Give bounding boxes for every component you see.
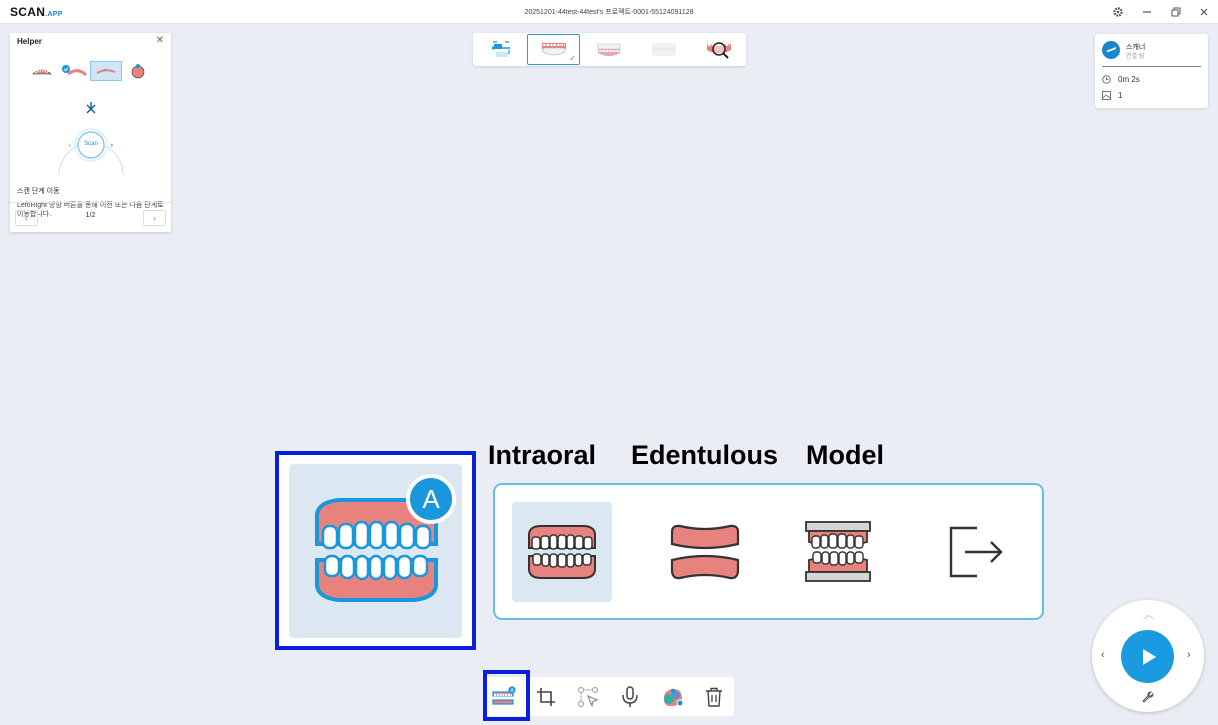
palette-icon [663, 688, 684, 707]
stage-lower-jaw-button[interactable] [582, 34, 635, 65]
color-texture-tool-button[interactable] [655, 680, 689, 714]
close-window-icon[interactable] [1194, 2, 1214, 22]
restore-icon[interactable] [1166, 2, 1186, 22]
start-scan-button[interactable] [1121, 630, 1174, 683]
delete-tool-button[interactable] [697, 680, 731, 714]
edentulous-label: Edentulous [631, 440, 778, 470]
stage-toolbar: ✓ [473, 33, 746, 66]
selection-tool-button[interactable] [571, 680, 605, 714]
patient-scan-icon [491, 40, 510, 57]
scanner-connection-status: 연결 됨 [1126, 54, 1145, 60]
step-check-icon [58, 61, 90, 81]
auto-mode-badge: A [406, 474, 456, 524]
selected-check-icon: ✓ [569, 54, 576, 63]
helper-title: Helper [17, 37, 42, 46]
upper-jaw-icon [541, 42, 566, 55]
microphone-icon [622, 686, 638, 707]
trash-icon [706, 687, 722, 707]
stage-upper-jaw-button[interactable]: ✓ [527, 34, 580, 65]
step-model-icon [122, 61, 154, 81]
scan-time: 0m 2s [1118, 75, 1140, 84]
voice-memo-tool-button[interactable] [613, 680, 647, 714]
lasso-select-icon [577, 686, 599, 708]
svg-text:‹: ‹ [68, 141, 72, 151]
helper-next-button[interactable]: › [143, 210, 166, 226]
image-icon [1102, 91, 1111, 100]
divider [1102, 66, 1201, 67]
scanner-device-icon [1102, 41, 1120, 59]
dial-wrench-icon[interactable] [1142, 691, 1154, 706]
dial-label: Scan [84, 141, 98, 147]
helper-panel: Helper ✕ ‹ › Scan 스캔 단계 이동 Left/Right 방향… [10, 33, 171, 232]
edentulous-mode-button[interactable] [655, 502, 755, 602]
auto-scan-mode-card[interactable]: A [289, 464, 462, 638]
model-mode-button[interactable] [788, 502, 888, 602]
dial-right-arrow-icon[interactable]: › [1187, 649, 1191, 661]
clock-icon [1102, 75, 1111, 84]
scan-control-dial: ︿ ‹ › [1092, 600, 1204, 712]
title-bar: SCAN.APP 20251201-44test-44test's 프로젝트-0… [0, 0, 1218, 24]
document-title: 20251201-44test-44test's 프로젝트-0001-55124… [524, 9, 694, 16]
bite-disabled-icon [652, 43, 675, 55]
crop-icon [537, 688, 555, 706]
stage-review-button[interactable] [692, 34, 745, 65]
step-jaw-icon [26, 61, 58, 81]
scan-dial-icon: ‹ › [58, 102, 124, 176]
step-scan-icon [90, 61, 122, 81]
helper-step-strip [26, 61, 156, 83]
image-count: 1 [1118, 91, 1123, 100]
scan-mode-tool-highlight [483, 670, 530, 721]
helper-heading: 스캔 단계 이동 [17, 188, 60, 195]
dial-left-arrow-icon[interactable]: ‹ [1101, 649, 1105, 661]
play-icon [1142, 648, 1156, 665]
review-magnifier-icon [706, 41, 731, 59]
crop-tool-button[interactable] [529, 680, 563, 714]
image-count-row: 1 [1102, 91, 1122, 100]
auto-scan-mode-highlight[interactable]: A [275, 451, 476, 650]
intraoral-teeth-icon [528, 525, 596, 579]
stage-info-button[interactable] [474, 34, 527, 65]
dial-up-arrow-icon[interactable]: ︿ [1143, 606, 1154, 622]
scan-mode-panel [493, 483, 1044, 620]
settings-gear-icon[interactable] [1108, 2, 1128, 22]
intraoral-mode-button[interactable] [512, 502, 612, 602]
svg-text:›: › [110, 141, 114, 151]
scanner-status-panel: 스캐너 연결 됨 0m 2s 1 [1095, 34, 1208, 108]
helper-close-icon[interactable]: ✕ [156, 35, 164, 46]
minimize-icon[interactable] [1137, 2, 1157, 22]
stage-bite-button[interactable] [637, 34, 690, 65]
lower-jaw-icon [597, 43, 620, 56]
exit-mode-button[interactable] [925, 502, 1025, 602]
model-label: Model [806, 440, 884, 470]
intraoral-label: Intraoral [488, 440, 597, 470]
exit-icon [949, 526, 1003, 578]
scan-time-row: 0m 2s [1102, 75, 1140, 84]
model-cast-icon [805, 521, 871, 582]
edentulous-gums-icon [670, 524, 740, 580]
helper-pagination: ‹ 1/2 › [10, 202, 171, 232]
